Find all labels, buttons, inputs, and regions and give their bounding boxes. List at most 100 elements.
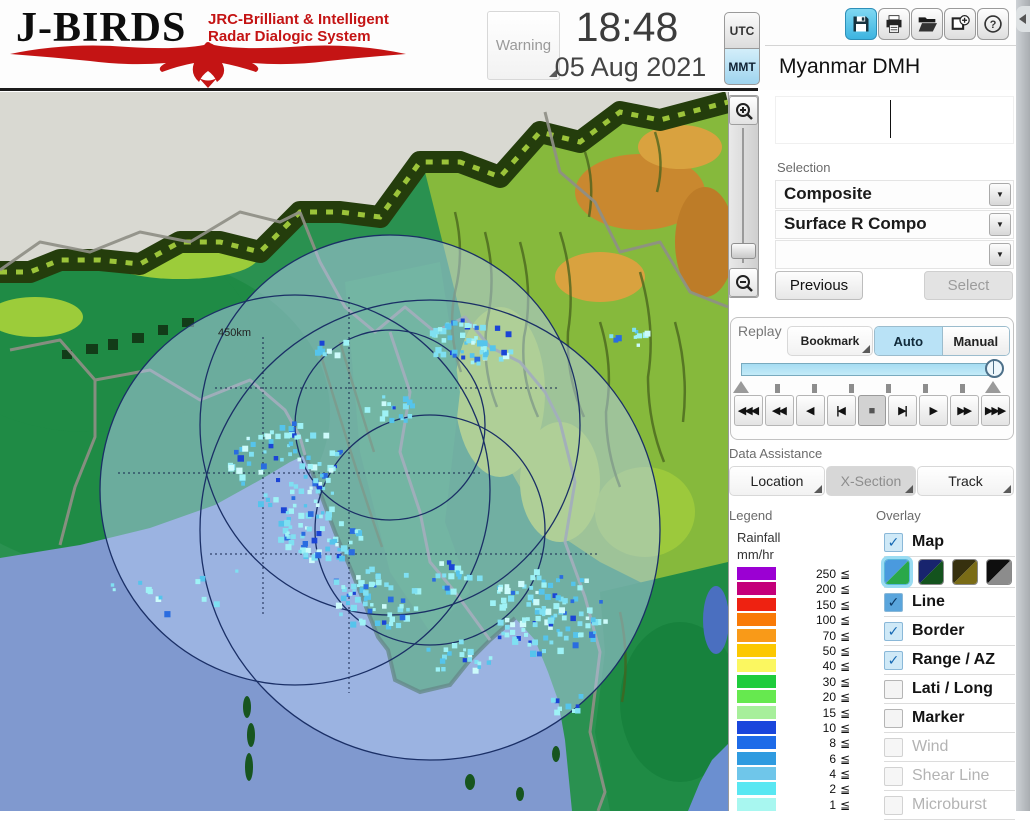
range-ring-label: 450km — [218, 327, 251, 339]
legend-color-swatch — [737, 567, 776, 580]
legend-row: 6 ≦ — [737, 751, 859, 766]
checkbox-microburst[interactable] — [884, 795, 903, 815]
checkbox-map[interactable]: ✓ — [884, 532, 903, 552]
checkbox-shear-line[interactable] — [884, 766, 903, 786]
panel-rule — [765, 45, 1016, 46]
save-icon — [851, 14, 871, 34]
play-button[interactable]: ▶ — [919, 395, 949, 426]
checkbox-marker[interactable] — [884, 708, 903, 728]
zoom-slider-handle[interactable] — [731, 243, 756, 259]
chevron-down-icon[interactable]: ▼ — [989, 213, 1011, 236]
x-section-button-label: X-Section — [840, 473, 902, 489]
map-style-swatch-3[interactable] — [952, 559, 978, 585]
previous-button[interactable]: Previous — [775, 271, 863, 300]
select-button[interactable]: Select — [924, 271, 1013, 300]
fast-rewind-3x-button[interactable]: ◀◀◀ — [734, 395, 763, 426]
warning-button-label: Warning — [495, 37, 552, 54]
help-icon: ? — [983, 14, 1003, 34]
replay-range-end-marker[interactable] — [985, 381, 1001, 393]
replay-slider-handle[interactable] — [985, 359, 1004, 378]
eagle-logo-icon — [10, 42, 406, 88]
checkbox-border[interactable]: ✓ — [884, 621, 903, 641]
step-back-button[interactable]: |◀ — [826, 395, 856, 426]
overlay-item-range-az: ✓ Range / AZ — [884, 646, 1015, 675]
replay-label: Replay — [738, 323, 782, 339]
legend-color-swatch — [737, 751, 776, 765]
manual-mode-button[interactable]: Manual — [942, 327, 1009, 355]
chevron-down-icon[interactable]: ▼ — [989, 243, 1011, 266]
legend-value: 2 — [829, 782, 836, 797]
play-backward-button[interactable]: ◀ — [795, 395, 825, 426]
message-box[interactable] — [775, 96, 1014, 144]
selection-dropdown-3[interactable]: ▼ — [775, 240, 1014, 269]
chevron-down-icon[interactable]: ▼ — [989, 183, 1011, 206]
playback-controls: ◀◀◀ ◀◀ ◀ |◀ ■ ▶| ▶ ▶▶ ▶▶▶ — [734, 395, 1011, 426]
print-icon — [884, 14, 904, 34]
track-button[interactable]: Track — [917, 466, 1014, 496]
print-button[interactable] — [878, 8, 910, 40]
selection-dropdown-2[interactable]: Surface R Compo ▼ — [775, 210, 1014, 239]
track-button-label: Track — [948, 473, 983, 489]
overlay-item-label: Border — [912, 622, 965, 639]
legend-color-swatch — [737, 690, 776, 704]
auto-mode-button[interactable]: Auto — [875, 327, 943, 355]
magnifier-minus-icon — [735, 274, 753, 292]
legend-value: 4 — [829, 767, 836, 782]
auto-label: Auto — [893, 333, 924, 349]
checkbox-wind[interactable] — [884, 737, 903, 757]
checkbox-lati-long[interactable] — [884, 679, 903, 699]
save-button[interactable] — [845, 8, 877, 40]
legend-value: 50 — [822, 643, 836, 658]
overlay-item-label: Lati / Long — [912, 680, 993, 697]
open-button[interactable] — [911, 8, 943, 40]
fast-forward-3x-button[interactable]: ▶▶▶ — [981, 395, 1011, 426]
location-button-label: Location — [750, 473, 804, 489]
overlay-item-shear-line: Shear Line — [884, 762, 1015, 791]
checkbox-range-az[interactable]: ✓ — [884, 650, 903, 670]
manual-label: Manual — [953, 333, 999, 349]
replay-slider-tick — [812, 384, 817, 393]
help-button[interactable]: ? — [977, 8, 1009, 40]
legend-value: 15 — [822, 705, 836, 720]
collapse-arrow-icon — [1019, 14, 1026, 24]
selection-dropdown-1[interactable]: Composite ▼ — [775, 180, 1014, 209]
zoom-out-button[interactable] — [729, 268, 758, 297]
legend-leq-symbol: ≦ — [840, 767, 851, 782]
bookmark-button-label: Bookmark — [800, 334, 860, 348]
legend-color-swatch — [737, 720, 776, 734]
legend-row: 40 ≦ — [737, 658, 859, 673]
map-style-swatch-2[interactable] — [918, 559, 944, 585]
replay-slider-track[interactable] — [741, 363, 995, 376]
panel-collapse-strip[interactable] — [1016, 0, 1030, 811]
overlay-label: Overlay — [876, 508, 921, 523]
radar-map[interactable]: 450km — [0, 92, 729, 811]
legend-value: 1 — [829, 797, 836, 812]
clock-time: 18:48 — [575, 4, 679, 50]
fast-forward-button[interactable]: ▶▶ — [950, 395, 980, 426]
step-forward-button[interactable]: ▶| — [888, 395, 918, 426]
timezone-mmt-button[interactable]: MMT — [724, 48, 760, 85]
replay-slider-tick — [923, 384, 928, 393]
replay-range-start-marker[interactable] — [733, 381, 749, 393]
bookmark-button[interactable]: Bookmark — [787, 326, 873, 356]
replay-slider-tick — [886, 384, 891, 393]
zoom-in-button[interactable] — [729, 96, 758, 125]
legend-value: 10 — [822, 720, 836, 735]
map-style-swatch-4[interactable] — [986, 559, 1012, 585]
map-style-swatch-1[interactable] — [881, 556, 913, 588]
legend-row: 20 ≦ — [737, 689, 859, 704]
legend-color-swatch — [737, 782, 776, 796]
legend-label: Legend — [729, 508, 773, 523]
overlay-item-marker: Marker — [884, 704, 1015, 733]
radar-map-canvas: 450km — [0, 92, 728, 811]
timezone-utc-button[interactable]: UTC — [724, 12, 760, 49]
legend-row: 30 ≦ — [737, 674, 859, 689]
x-section-button[interactable]: X-Section — [826, 466, 916, 496]
add-image-button[interactable] — [944, 8, 976, 40]
fast-rewind-button[interactable]: ◀◀ — [764, 395, 794, 426]
legend-value: 70 — [822, 628, 836, 643]
location-button[interactable]: Location — [729, 466, 825, 496]
checkbox-line[interactable]: ✓ — [884, 592, 903, 612]
stop-button[interactable]: ■ — [857, 395, 887, 426]
add-image-icon — [950, 14, 970, 34]
